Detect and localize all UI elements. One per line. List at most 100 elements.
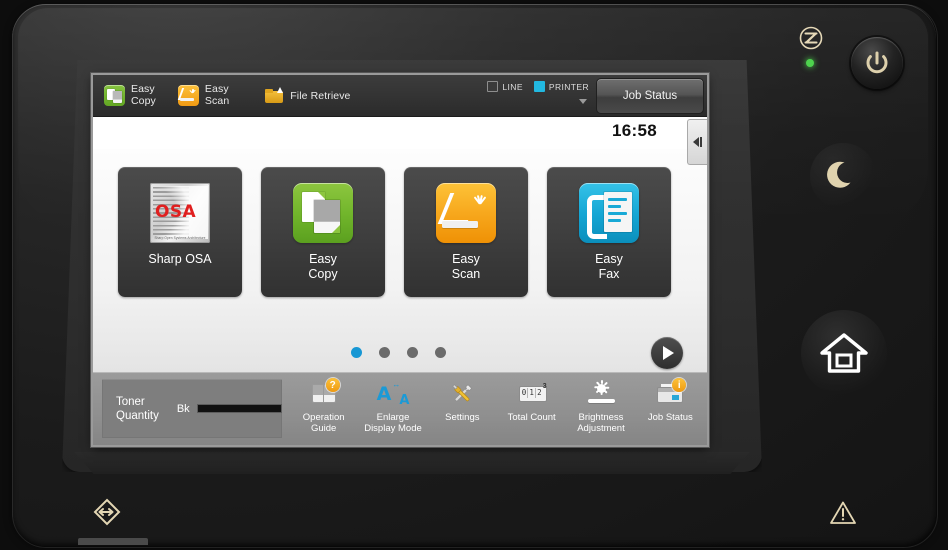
toner-label-line1: Toner: [116, 395, 145, 408]
counter-digit-2: 1: [528, 388, 536, 398]
data-transfer-diamond-icon[interactable]: [92, 497, 122, 527]
bottom-function-bar: Toner Quantity Bk ? Operation Guide A ↔ …: [93, 373, 707, 445]
home-tile-grid: OSA Sharp Open Systems Architecture Shar…: [118, 167, 671, 297]
screen-plinth-base: [74, 452, 750, 474]
line-indicator-label: LINE: [502, 81, 523, 92]
function-label: Total Count: [508, 412, 556, 423]
green-status-led: [806, 59, 814, 67]
sun-ray: [595, 381, 600, 386]
osa-wordmark: OSA: [155, 202, 197, 222]
caret-down-icon[interactable]: [579, 99, 587, 104]
operation-panel-device: Easy Copy Easy Scan File Retrieve LINE P…: [0, 0, 948, 550]
easy-scan-icon: [177, 85, 199, 106]
function-label: Settings: [445, 412, 479, 423]
job-status-button[interactable]: Job Status: [596, 78, 704, 114]
upload-arrow-icon: [277, 87, 284, 93]
function-operation-guide[interactable]: ? Operation Guide: [289, 377, 358, 443]
toner-label-line2: Quantity: [116, 409, 159, 422]
touchscreen[interactable]: Easy Copy Easy Scan File Retrieve LINE P…: [93, 75, 707, 445]
page-dots: [351, 347, 446, 358]
warning-triangle-icon: [829, 500, 857, 526]
counter-digit-1: 0: [521, 388, 529, 398]
toner-quantity-panel[interactable]: Toner Quantity Bk: [102, 379, 282, 438]
tile-label-line1: Easy: [595, 252, 623, 266]
tile-label-line1: Easy: [452, 252, 480, 266]
page-dot-3[interactable]: [407, 347, 418, 358]
function-brightness-adjustment[interactable]: Brightness Adjustment: [566, 377, 635, 443]
question-badge-icon: ?: [325, 378, 340, 392]
tile-label: Easy Fax: [595, 252, 623, 282]
collapse-left-arrow-icon[interactable]: [687, 119, 707, 165]
function-enlarge-display-mode[interactable]: A ↔ A Enlarge Display Mode: [358, 377, 427, 443]
home-button[interactable]: [801, 310, 887, 396]
brightness-slider-bar: [587, 399, 615, 403]
home-icon: [820, 333, 868, 373]
function-total-count[interactable]: 0 1 2 3 Total Count: [497, 377, 566, 443]
top-status-bar: Easy Copy Easy Scan File Retrieve LINE P…: [93, 75, 707, 117]
function-label-line1: Total Count: [507, 412, 556, 423]
shortcut-label-line1: Easy: [131, 83, 155, 95]
counter-superscript: 3: [542, 383, 547, 390]
function-label: Brightness Adjustment: [577, 412, 625, 434]
job-status-printer-icon: i: [655, 378, 687, 408]
toner-color-label: Bk: [176, 402, 190, 415]
printer-indicator-label: PRINTER: [548, 81, 589, 92]
sun-ray: [600, 380, 603, 384]
clock-bar: 16:58: [93, 117, 707, 165]
next-page-arrow-icon[interactable]: [651, 337, 683, 369]
brightness-sun-icon: [586, 380, 616, 408]
letter-a-small: A: [399, 393, 410, 408]
shortcut-label-line2: Scan: [204, 94, 230, 107]
power-button[interactable]: [851, 37, 903, 89]
function-settings[interactable]: Settings: [428, 377, 497, 443]
function-button-group: ? Operation Guide A ↔ A Enlarge Display …: [289, 377, 705, 443]
status-indicator-printer: PRINTER: [533, 81, 589, 92]
function-label-line1: Enlarge: [376, 412, 410, 423]
tile-easy-copy[interactable]: Easy Copy: [261, 167, 385, 297]
page-dot-2[interactable]: [379, 347, 390, 358]
shortcut-easy-scan-label: Easy Scan: [204, 83, 230, 107]
tile-label: Easy Copy: [308, 252, 337, 282]
sun-ray: [603, 381, 608, 386]
function-label: Operation Guide: [303, 412, 345, 434]
tile-sharp-osa[interactable]: OSA Sharp Open Systems Architecture Shar…: [118, 167, 242, 297]
file-retrieve-folder-icon: [265, 87, 284, 104]
function-label: Enlarge Display Mode: [364, 412, 422, 434]
power-lightning-icon: [798, 25, 824, 51]
tile-label-line1: Easy: [309, 252, 337, 266]
page-dot-1[interactable]: [351, 347, 362, 358]
counter-digit-3: 2: [537, 388, 542, 397]
sun-ray: [605, 386, 610, 389]
tile-label-line1: Sharp OSA: [148, 252, 212, 266]
status-indicator-line: LINE: [487, 81, 523, 92]
shortcut-label-line2: Copy: [131, 94, 156, 107]
wrench-screwdriver-svg: [452, 384, 473, 402]
shortcut-easy-copy[interactable]: Easy Copy: [104, 83, 156, 107]
sun-ray: [600, 391, 603, 395]
function-label-line1: Settings: [445, 412, 480, 423]
scanner-base: [442, 221, 478, 228]
power-save-button[interactable]: [810, 143, 876, 209]
osa-caption: Sharp Open Systems Architecture: [154, 236, 206, 240]
tile-label-line2: Scan: [451, 267, 481, 281]
shortcut-file-retrieve[interactable]: File Retrieve: [265, 87, 350, 104]
shortcut-easy-scan[interactable]: Easy Scan: [177, 83, 230, 107]
shortcut-label-line1: File Retrieve: [290, 89, 351, 102]
scan-flash-icon: [189, 89, 197, 97]
tile-easy-fax[interactable]: Easy Fax: [547, 167, 671, 297]
tile-easy-scan[interactable]: Easy Scan: [404, 167, 528, 297]
function-label-line1: Brightness: [578, 412, 624, 423]
tile-label: Easy Scan: [452, 252, 481, 282]
counter-digits: 0 1 2: [521, 388, 543, 398]
printer-indicator-box: [533, 81, 545, 92]
shortcut-easy-copy-label: Easy Copy: [131, 83, 156, 107]
function-label-line2: Display Mode: [364, 423, 422, 434]
printer-output-panel: [672, 395, 680, 400]
function-label: Job Status: [648, 412, 693, 423]
page-dot-4[interactable]: [435, 347, 446, 358]
next-arrow-triangle: [663, 346, 674, 360]
function-label-line1: Operation: [302, 412, 345, 423]
sun-ray: [594, 386, 599, 389]
easy-copy-icon: [104, 85, 125, 106]
function-job-status[interactable]: i Job Status: [636, 377, 705, 443]
